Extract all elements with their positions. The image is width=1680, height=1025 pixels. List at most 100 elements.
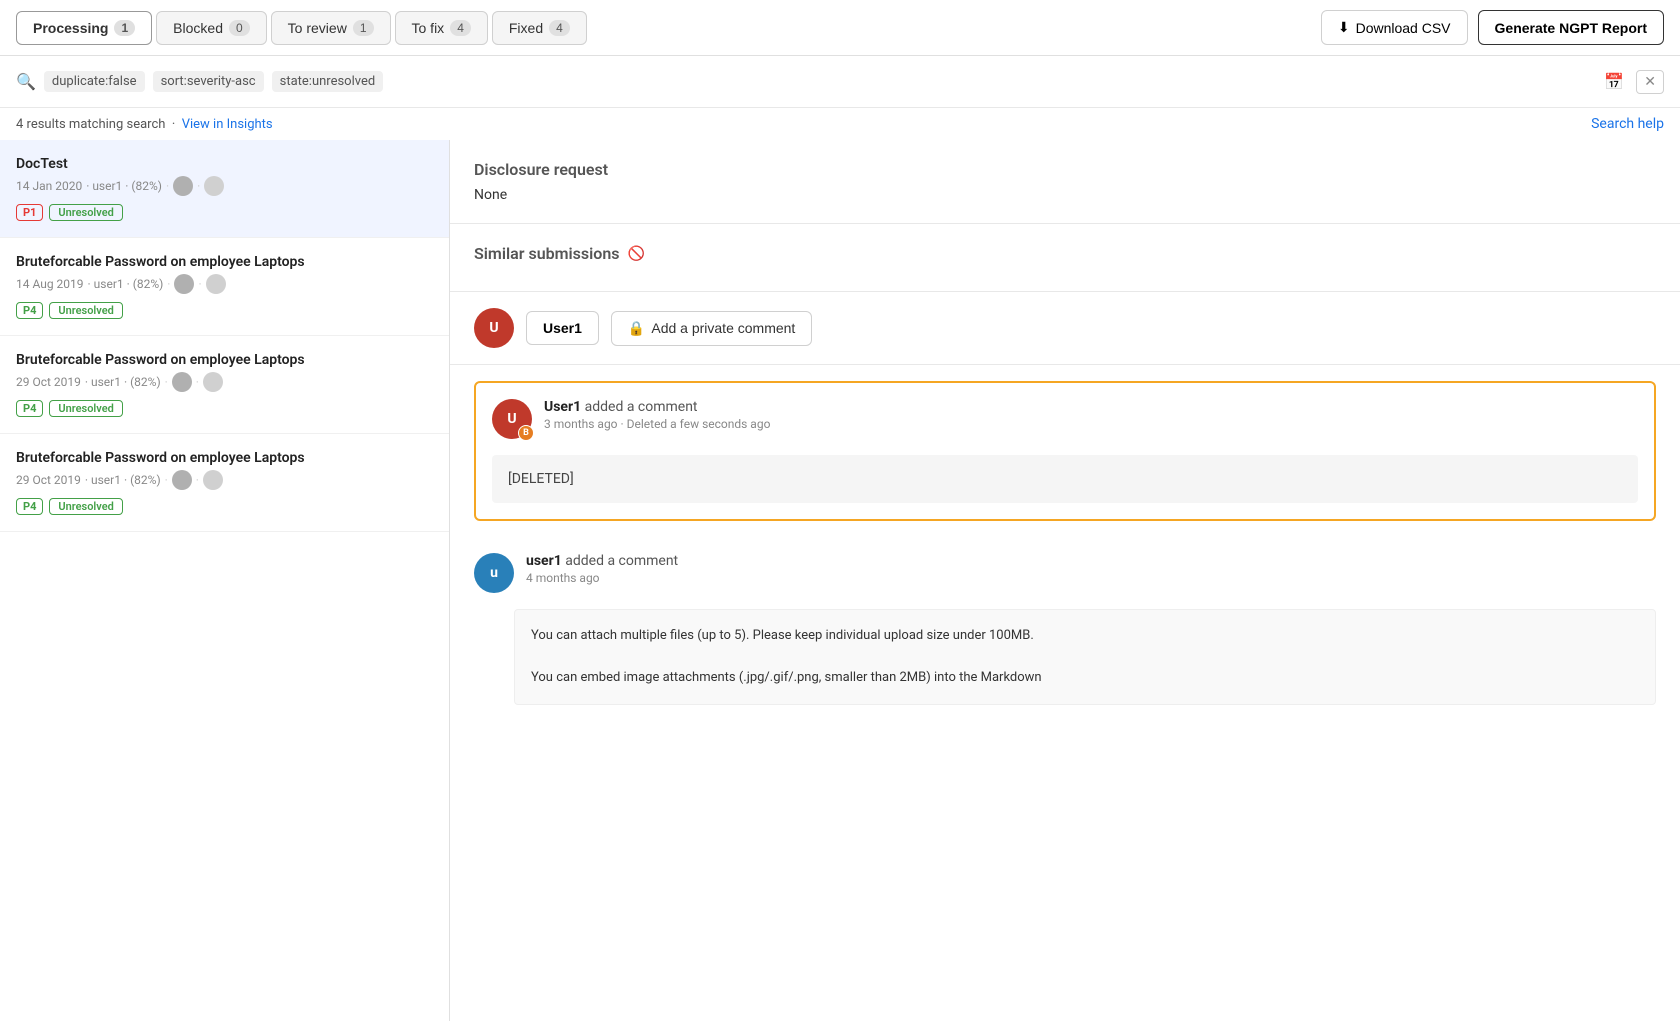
list-item-title: Bruteforcable Password on employee Lapto… bbox=[16, 450, 433, 466]
tab-label-to-fix: To fix bbox=[412, 20, 445, 36]
tab-badge-to-fix: 4 bbox=[450, 20, 471, 36]
priority-badge: P1 bbox=[16, 204, 43, 221]
highlighted-comment: U B User1 added a comment 3 months ago ·… bbox=[474, 381, 1656, 521]
tab-fixed[interactable]: Fixed 4 bbox=[492, 11, 587, 45]
tab-label-processing: Processing bbox=[33, 20, 108, 36]
status-badge: Unresolved bbox=[49, 302, 122, 319]
right-panel: Disclosure request None Similar submissi… bbox=[450, 140, 1680, 1021]
user1-button[interactable]: User1 bbox=[526, 311, 599, 345]
list-item-badges: P4 Unresolved bbox=[16, 302, 433, 319]
regular-comment-body: You can attach multiple files (up to 5).… bbox=[514, 609, 1656, 705]
clear-search-button[interactable]: ✕ bbox=[1636, 70, 1664, 94]
download-icon: ⬇ bbox=[1338, 19, 1350, 36]
avatar-icon-2 bbox=[203, 470, 223, 490]
avatar-icon-1 bbox=[172, 470, 192, 490]
tab-to-review[interactable]: To review 1 bbox=[271, 11, 391, 45]
list-item-badges: P4 Unresolved bbox=[16, 498, 433, 515]
hidden-icon: 🚫 bbox=[628, 246, 645, 262]
regular-timestamp: 4 months ago bbox=[526, 571, 1656, 585]
status-badge: Unresolved bbox=[49, 498, 122, 515]
highlighted-avatar-wrap: U B bbox=[492, 399, 532, 439]
list-item-date: 29 Oct 2019 bbox=[16, 375, 81, 389]
tabs-left: Processing1Blocked0To review1To fix4Fixe… bbox=[16, 11, 1321, 45]
avatar-icon-2 bbox=[203, 372, 223, 392]
list-item-meta: 14 Jan 2020 · user1 · (82%) · · bbox=[16, 176, 433, 196]
add-private-comment-button[interactable]: 🔒 Add a private comment bbox=[611, 311, 812, 346]
comment-input-row: U User1 🔒 Add a private comment bbox=[450, 292, 1680, 365]
download-csv-button[interactable]: ⬇ Download CSV bbox=[1321, 10, 1468, 45]
list-item-title: Bruteforcable Password on employee Lapto… bbox=[16, 254, 433, 270]
tabs-bar: Processing1Blocked0To review1To fix4Fixe… bbox=[0, 0, 1680, 56]
similar-submissions-section: Similar submissions 🚫 bbox=[450, 224, 1680, 292]
tab-label-fixed: Fixed bbox=[509, 20, 543, 36]
results-count: 4 results matching search · View in Insi… bbox=[16, 117, 273, 132]
tab-blocked[interactable]: Blocked 0 bbox=[156, 11, 267, 45]
tab-badge-blocked: 0 bbox=[229, 20, 250, 36]
view-insights-link[interactable]: View in Insights bbox=[182, 117, 273, 132]
list-item[interactable]: Bruteforcable Password on employee Lapto… bbox=[0, 238, 449, 336]
list-item-badges: P1 Unresolved bbox=[16, 204, 433, 221]
highlighted-comment-meta: User1 added a comment 3 months ago · Del… bbox=[544, 399, 1638, 431]
list-item-meta: 29 Oct 2019 · user1 · (82%) · · bbox=[16, 470, 433, 490]
avatar-icon-1 bbox=[172, 372, 192, 392]
comment-body-line2: You can embed image attachments (.jpg/.g… bbox=[531, 668, 1639, 689]
priority-badge: P4 bbox=[16, 302, 43, 319]
list-item[interactable]: Bruteforcable Password on employee Lapto… bbox=[0, 336, 449, 434]
list-item[interactable]: Bruteforcable Password on employee Lapto… bbox=[0, 434, 449, 532]
tabs-right: ⬇ Download CSV Generate NGPT Report bbox=[1321, 10, 1664, 45]
similar-submissions-title: Similar submissions 🚫 bbox=[474, 244, 1656, 263]
list-item-title: Bruteforcable Password on employee Lapto… bbox=[16, 352, 433, 368]
priority-badge: P4 bbox=[16, 498, 43, 515]
generate-report-button[interactable]: Generate NGPT Report bbox=[1478, 10, 1664, 45]
avatar-icon-1 bbox=[174, 274, 194, 294]
left-panel: DocTest 14 Jan 2020 · user1 · (82%) · · … bbox=[0, 140, 450, 1021]
tab-badge-processing: 1 bbox=[114, 20, 135, 36]
list-item-title: DocTest bbox=[16, 156, 433, 172]
tab-label-blocked: Blocked bbox=[173, 20, 223, 36]
list-item-meta: 29 Oct 2019 · user1 · (82%) · · bbox=[16, 372, 433, 392]
search-help-link[interactable]: Search help bbox=[1591, 116, 1664, 132]
tab-to-fix[interactable]: To fix 4 bbox=[395, 11, 488, 45]
search-tag[interactable]: sort:severity-asc bbox=[153, 71, 264, 92]
search-bar: 🔍 duplicate:false sort:severity-asc state:… bbox=[0, 56, 1680, 108]
highlighted-comment-header: U B User1 added a comment 3 months ago ·… bbox=[476, 383, 1654, 447]
tab-label-to-review: To review bbox=[288, 20, 347, 36]
tab-badge-to-review: 1 bbox=[353, 20, 374, 36]
current-user-avatar: U bbox=[474, 308, 514, 348]
list-item-date: 14 Aug 2019 bbox=[16, 277, 84, 291]
regular-comment: u user1 added a comment 4 months ago bbox=[450, 537, 1680, 601]
search-tags: duplicate:false sort:severity-asc state:un… bbox=[44, 71, 383, 92]
list-item-date: 29 Oct 2019 bbox=[16, 473, 81, 487]
avatar-badge: B bbox=[518, 425, 534, 441]
status-badge: Unresolved bbox=[49, 400, 122, 417]
regular-user-avatar: u bbox=[474, 553, 514, 593]
highlighted-comment-body: [DELETED] bbox=[492, 455, 1638, 503]
disclosure-request-section: Disclosure request None bbox=[450, 140, 1680, 224]
highlighted-action: added a comment bbox=[585, 399, 698, 415]
results-bar: 4 results matching search · View in Insi… bbox=[0, 108, 1680, 140]
avatar-icon-1 bbox=[173, 176, 193, 196]
search-tag[interactable]: duplicate:false bbox=[44, 71, 145, 92]
main-content: DocTest 14 Jan 2020 · user1 · (82%) · · … bbox=[0, 140, 1680, 1021]
generate-label: Generate NGPT Report bbox=[1495, 20, 1647, 36]
regular-action: added a comment bbox=[565, 553, 678, 569]
status-badge: Unresolved bbox=[49, 204, 122, 221]
search-tag[interactable]: state:unresolved bbox=[272, 71, 384, 92]
disclosure-request-title: Disclosure request bbox=[474, 160, 1656, 179]
lock-icon: 🔒 bbox=[628, 320, 645, 337]
regular-comment-meta: user1 added a comment 4 months ago bbox=[526, 553, 1656, 585]
list-item-meta: 14 Aug 2019 · user1 · (82%) · · bbox=[16, 274, 433, 294]
highlighted-timestamp: 3 months ago · Deleted a few seconds ago bbox=[544, 417, 1638, 431]
search-icon: 🔍 bbox=[16, 72, 36, 91]
download-label: Download CSV bbox=[1356, 20, 1451, 36]
tab-processing[interactable]: Processing 1 bbox=[16, 11, 152, 45]
avatar-icon-2 bbox=[206, 274, 226, 294]
list-item[interactable]: DocTest 14 Jan 2020 · user1 · (82%) · · … bbox=[0, 140, 449, 238]
regular-comment-author-line: user1 added a comment bbox=[526, 553, 1656, 569]
calendar-icon[interactable]: 📅 bbox=[1600, 68, 1628, 95]
priority-badge: P4 bbox=[16, 400, 43, 417]
tab-badge-fixed: 4 bbox=[549, 20, 570, 36]
comment-body-line1: You can attach multiple files (up to 5).… bbox=[531, 626, 1639, 647]
disclosure-request-value: None bbox=[474, 187, 1656, 203]
list-item-date: 14 Jan 2020 bbox=[16, 179, 82, 193]
